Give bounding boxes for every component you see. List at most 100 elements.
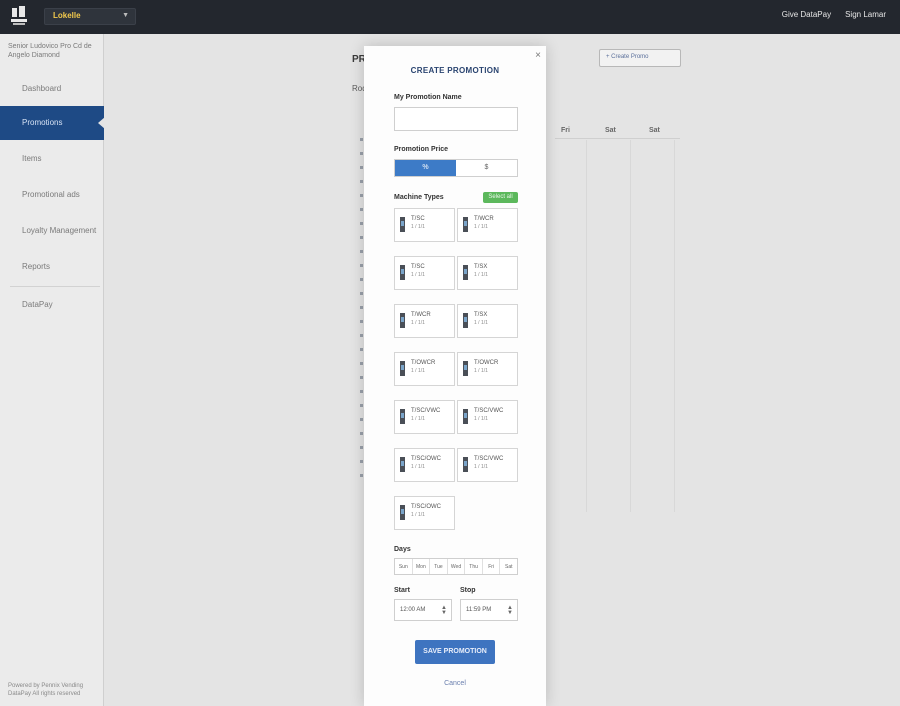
machine-card[interactable]: T/OWCR 1 / 1/1 [457,352,518,386]
vending-machine-icon [463,217,468,232]
start-time-label: Start [394,587,410,594]
day-label: Thu [469,564,478,570]
vending-machine-icon [400,409,405,424]
machine-card[interactable]: T/SC/OWC 1 / 1/1 [394,448,455,482]
sidebar-item-dashboard[interactable]: Dashboard [0,72,104,106]
start-time-input[interactable]: 12:00 AM ▲ ▼ [394,599,452,621]
machine-card[interactable]: T/OWCR 1 / 1/1 [394,352,455,386]
percent-option[interactable]: % [395,160,456,176]
cancel-link[interactable]: Cancel [364,680,546,687]
top-links: Give DataPay Sign Lamar [782,10,886,19]
day-label: Fri [488,564,495,570]
machine-card[interactable]: T/SC 1 / 1/1 [394,256,455,290]
machine-detail: 1 / 1/1 [474,272,488,278]
create-promotion-modal: × CREATE PROMOTION My Promotion Name Pro… [364,46,546,706]
day-toggle[interactable]: Tue [430,559,448,574]
days-label: Days [394,546,411,553]
machine-card[interactable]: T/SX 1 / 1/1 [457,256,518,290]
vending-machine-icon [463,457,468,472]
day-label: Sat [505,564,513,570]
machine-name: T/SC [411,216,425,222]
machine-name: T/SX [474,264,488,270]
close-icon[interactable]: × [535,50,541,61]
column-head: Sat [649,127,660,134]
vending-machine-icon [400,457,405,472]
day-toggle[interactable]: Sun [395,559,413,574]
machine-card[interactable]: T/WCR 1 / 1/1 [457,208,518,242]
sidebar-divider [10,286,100,287]
sidebar-item-loyalty[interactable]: Loyalty Management [0,214,104,248]
machine-card[interactable]: T/SC/VWC 1 / 1/1 [457,400,518,434]
company-logo-icon[interactable] [10,5,28,27]
sidebar-item-reports[interactable]: Reports [0,250,104,284]
sidebar-item-promotions[interactable]: Promotions [0,106,105,140]
machine-name: T/SC/VWC [474,408,504,414]
save-promotion-button[interactable]: SAVE PROMOTION [415,640,495,664]
column-head: Fri [561,127,570,134]
machine-card[interactable]: T/SC/OWC 1 / 1/1 [394,496,455,530]
promotion-name-input[interactable] [394,107,518,131]
machine-name: T/SC/VWC [411,408,441,414]
start-time-value: 12:00 AM [400,607,426,613]
sidebar-item-datapay[interactable]: DataPay [0,288,104,322]
calendar-column-divider [674,140,675,512]
day-toggle[interactable]: Sat [500,559,517,574]
sidebar-item-label: Items [22,154,42,163]
machine-card[interactable]: T/SC/VWC 1 / 1/1 [394,400,455,434]
spinner-icon[interactable]: ▲ ▼ [441,605,447,616]
day-toggle[interactable]: Fri [483,559,501,574]
sign-out-link[interactable]: Sign Lamar [845,10,886,19]
sidebar-item-promotional-ads[interactable]: Promotional ads [0,178,104,212]
machine-card[interactable]: T/WCR 1 / 1/1 [394,304,455,338]
day-toggle[interactable]: Mon [413,559,431,574]
sidebar-item-label: Reports [22,262,51,271]
vending-machine-icon [400,313,405,328]
sidebar-item-label: Promotional ads [22,190,80,199]
machine-detail: 1 / 1/1 [474,464,488,470]
spinner-icon[interactable]: ▲ ▼ [507,605,513,616]
top-bar: Lokelle ▼ Give DataPay Sign Lamar [0,0,900,34]
create-promo-button[interactable]: + Create Promo [599,49,681,67]
column-head: Sat [605,127,616,134]
machine-detail: 1 / 1/1 [474,368,488,374]
calendar-column-divider [586,140,587,512]
machine-detail: 1 / 1/1 [474,224,488,230]
machine-types-label: Machine Types [394,194,444,201]
vending-machine-icon [400,217,405,232]
give-datapay-link[interactable]: Give DataPay [782,10,831,19]
organization-select[interactable]: Lokelle ▼ [44,8,136,25]
machine-card[interactable]: T/SC 1 / 1/1 [394,208,455,242]
day-label: Wed [450,564,462,570]
modal-title: CREATE PROMOTION [410,66,500,75]
calendar-column-divider [630,140,631,512]
percent-option-label: % [422,164,429,171]
day-label: Tue [434,564,443,570]
machine-name: T/SC/VWC [474,456,504,462]
day-toggle[interactable]: Thu [465,559,483,574]
select-all-button[interactable]: Select all [483,192,518,203]
vending-machine-icon [463,265,468,280]
price-type-toggle: % $ [394,159,518,177]
machine-name: T/SC/OWC [411,456,441,462]
machine-card[interactable]: T/SX 1 / 1/1 [457,304,518,338]
save-promotion-label: SAVE PROMOTION [423,648,487,655]
promotion-price-label: Promotion Price [394,146,449,153]
promotion-name-label: My Promotion Name [394,94,462,101]
machine-name: T/OWCR [474,360,499,366]
day-label: Mon [416,564,426,570]
machine-detail: 1 / 1/1 [411,368,425,374]
stop-time-input[interactable]: 11:59 PM ▲ ▼ [460,599,518,621]
vending-machine-icon [400,361,405,376]
sidebar: Senior Ludovico Pro Cd de Angelo Diamond… [0,34,105,706]
vending-machine-icon [463,361,468,376]
day-toggle[interactable]: Wed [448,559,466,574]
machine-name: T/SC/OWC [411,504,441,510]
machine-name: T/WCR [474,216,494,222]
machine-name: T/SC [411,264,425,270]
create-promo-button-label: + Create Promo [606,54,649,60]
machine-name: T/WCR [411,312,431,318]
sidebar-item-label: Loyalty Management [22,226,97,235]
machine-card[interactable]: T/SC/VWC 1 / 1/1 [457,448,518,482]
sidebar-item-items[interactable]: Items [0,142,104,176]
dollar-option[interactable]: $ [456,160,517,176]
